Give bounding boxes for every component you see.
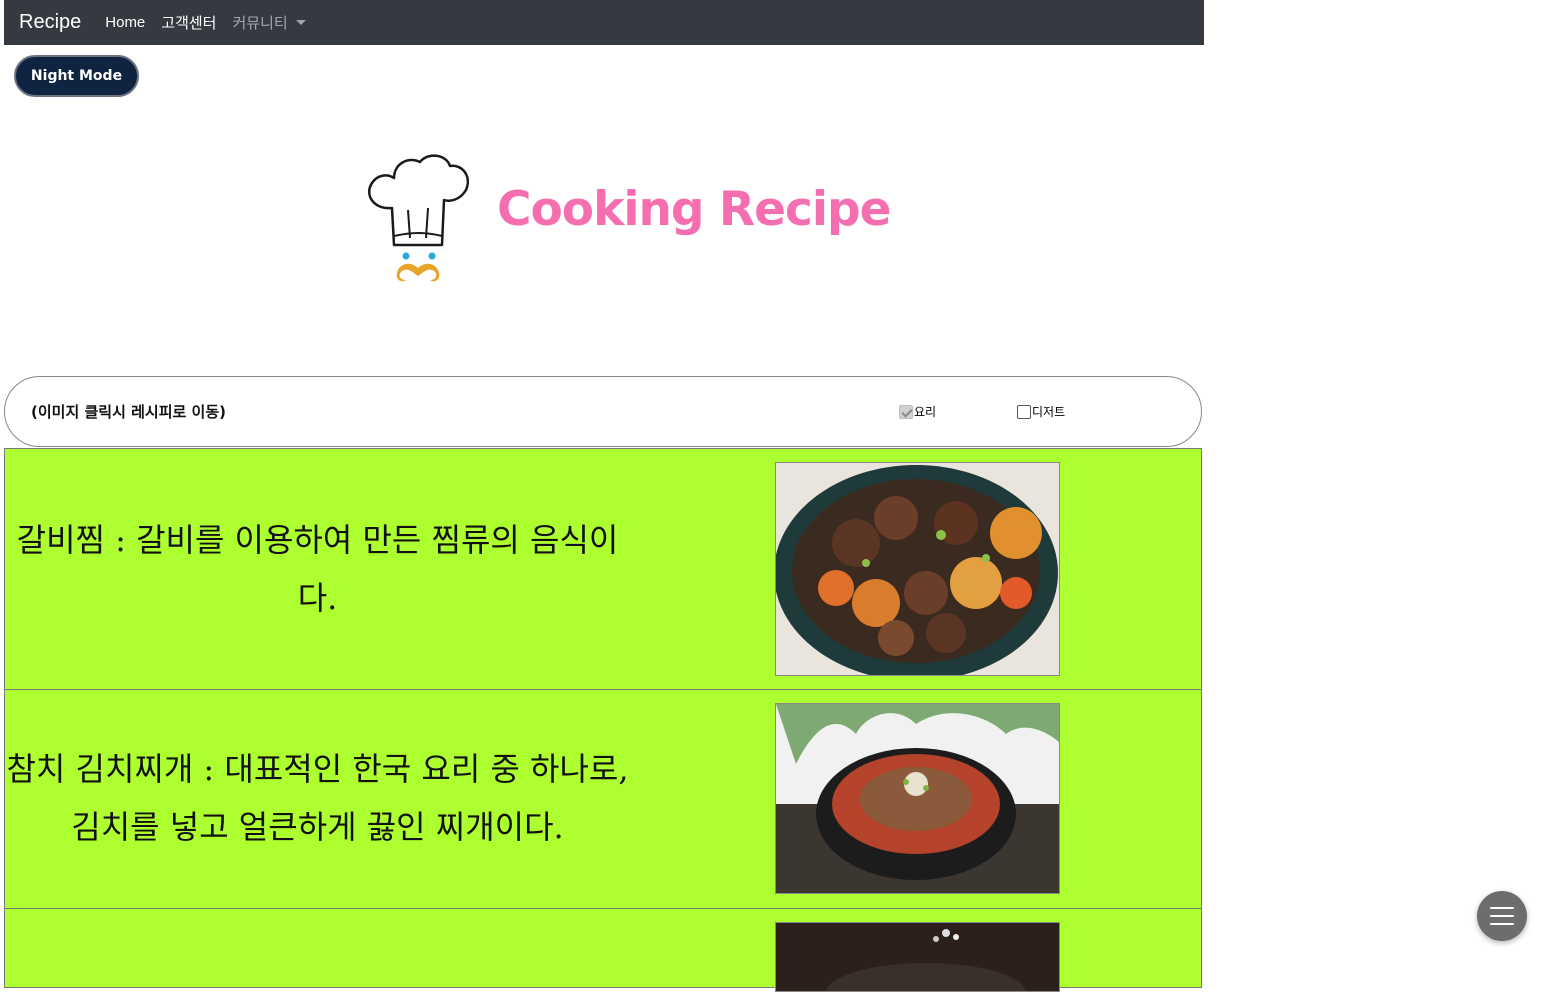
logo-title: Cooking Recipe bbox=[497, 182, 891, 237]
hamburger-menu-icon bbox=[1490, 901, 1514, 931]
nav-community-dropdown[interactable]: 커뮤니티 bbox=[232, 12, 306, 33]
nav-home[interactable]: Home bbox=[105, 14, 145, 31]
recipe-row: 갈비찜 : 갈비를 이용하여 만든 찜류의 음식이다. bbox=[4, 448, 1202, 690]
floating-menu-button[interactable] bbox=[1477, 891, 1527, 941]
night-mode-button[interactable]: Night Mode bbox=[14, 55, 139, 97]
recipe-row bbox=[4, 908, 1202, 992]
nav-community-label: 커뮤니티 bbox=[232, 15, 288, 32]
filter-dessert[interactable]: 디저트 bbox=[1017, 403, 1065, 420]
top-navbar: Recipe Home 고객센터 커뮤니티 bbox=[4, 0, 1204, 45]
click-hint-text: (이미지 클릭시 레시피로 이동) bbox=[31, 403, 226, 421]
kimchi-jjigae-photo[interactable] bbox=[775, 703, 1060, 894]
filter-bar: (이미지 클릭시 레시피로 이동) 요리 디저트 bbox=[4, 376, 1202, 447]
cooking-checkbox[interactable] bbox=[899, 404, 913, 419]
cooking-checkbox-label: 요리 bbox=[914, 405, 937, 419]
dish-photo[interactable] bbox=[775, 922, 1060, 992]
brand-link[interactable]: Recipe bbox=[19, 11, 81, 34]
caret-down-icon bbox=[295, 20, 306, 25]
nav-customer-center[interactable]: 고객센터 bbox=[161, 12, 216, 33]
dessert-checkbox[interactable] bbox=[1017, 404, 1031, 419]
recipe-description: 갈비찜 : 갈비를 이용하여 만든 찜류의 음식이다. bbox=[16, 521, 619, 617]
chef-hat-mustache-icon bbox=[364, 150, 474, 290]
recipe-description: 참치 김치찌개 : 대표적인 한국 요리 중 하나로, 김치를 넣고 얼큰하게 … bbox=[6, 750, 629, 846]
recipe-row: 참치 김치찌개 : 대표적인 한국 요리 중 하나로, 김치를 넣고 얼큰하게 … bbox=[4, 689, 1202, 909]
filter-cooking[interactable]: 요리 bbox=[899, 403, 936, 420]
galbijjim-photo[interactable] bbox=[775, 462, 1060, 676]
dessert-checkbox-label: 디저트 bbox=[1032, 405, 1066, 419]
